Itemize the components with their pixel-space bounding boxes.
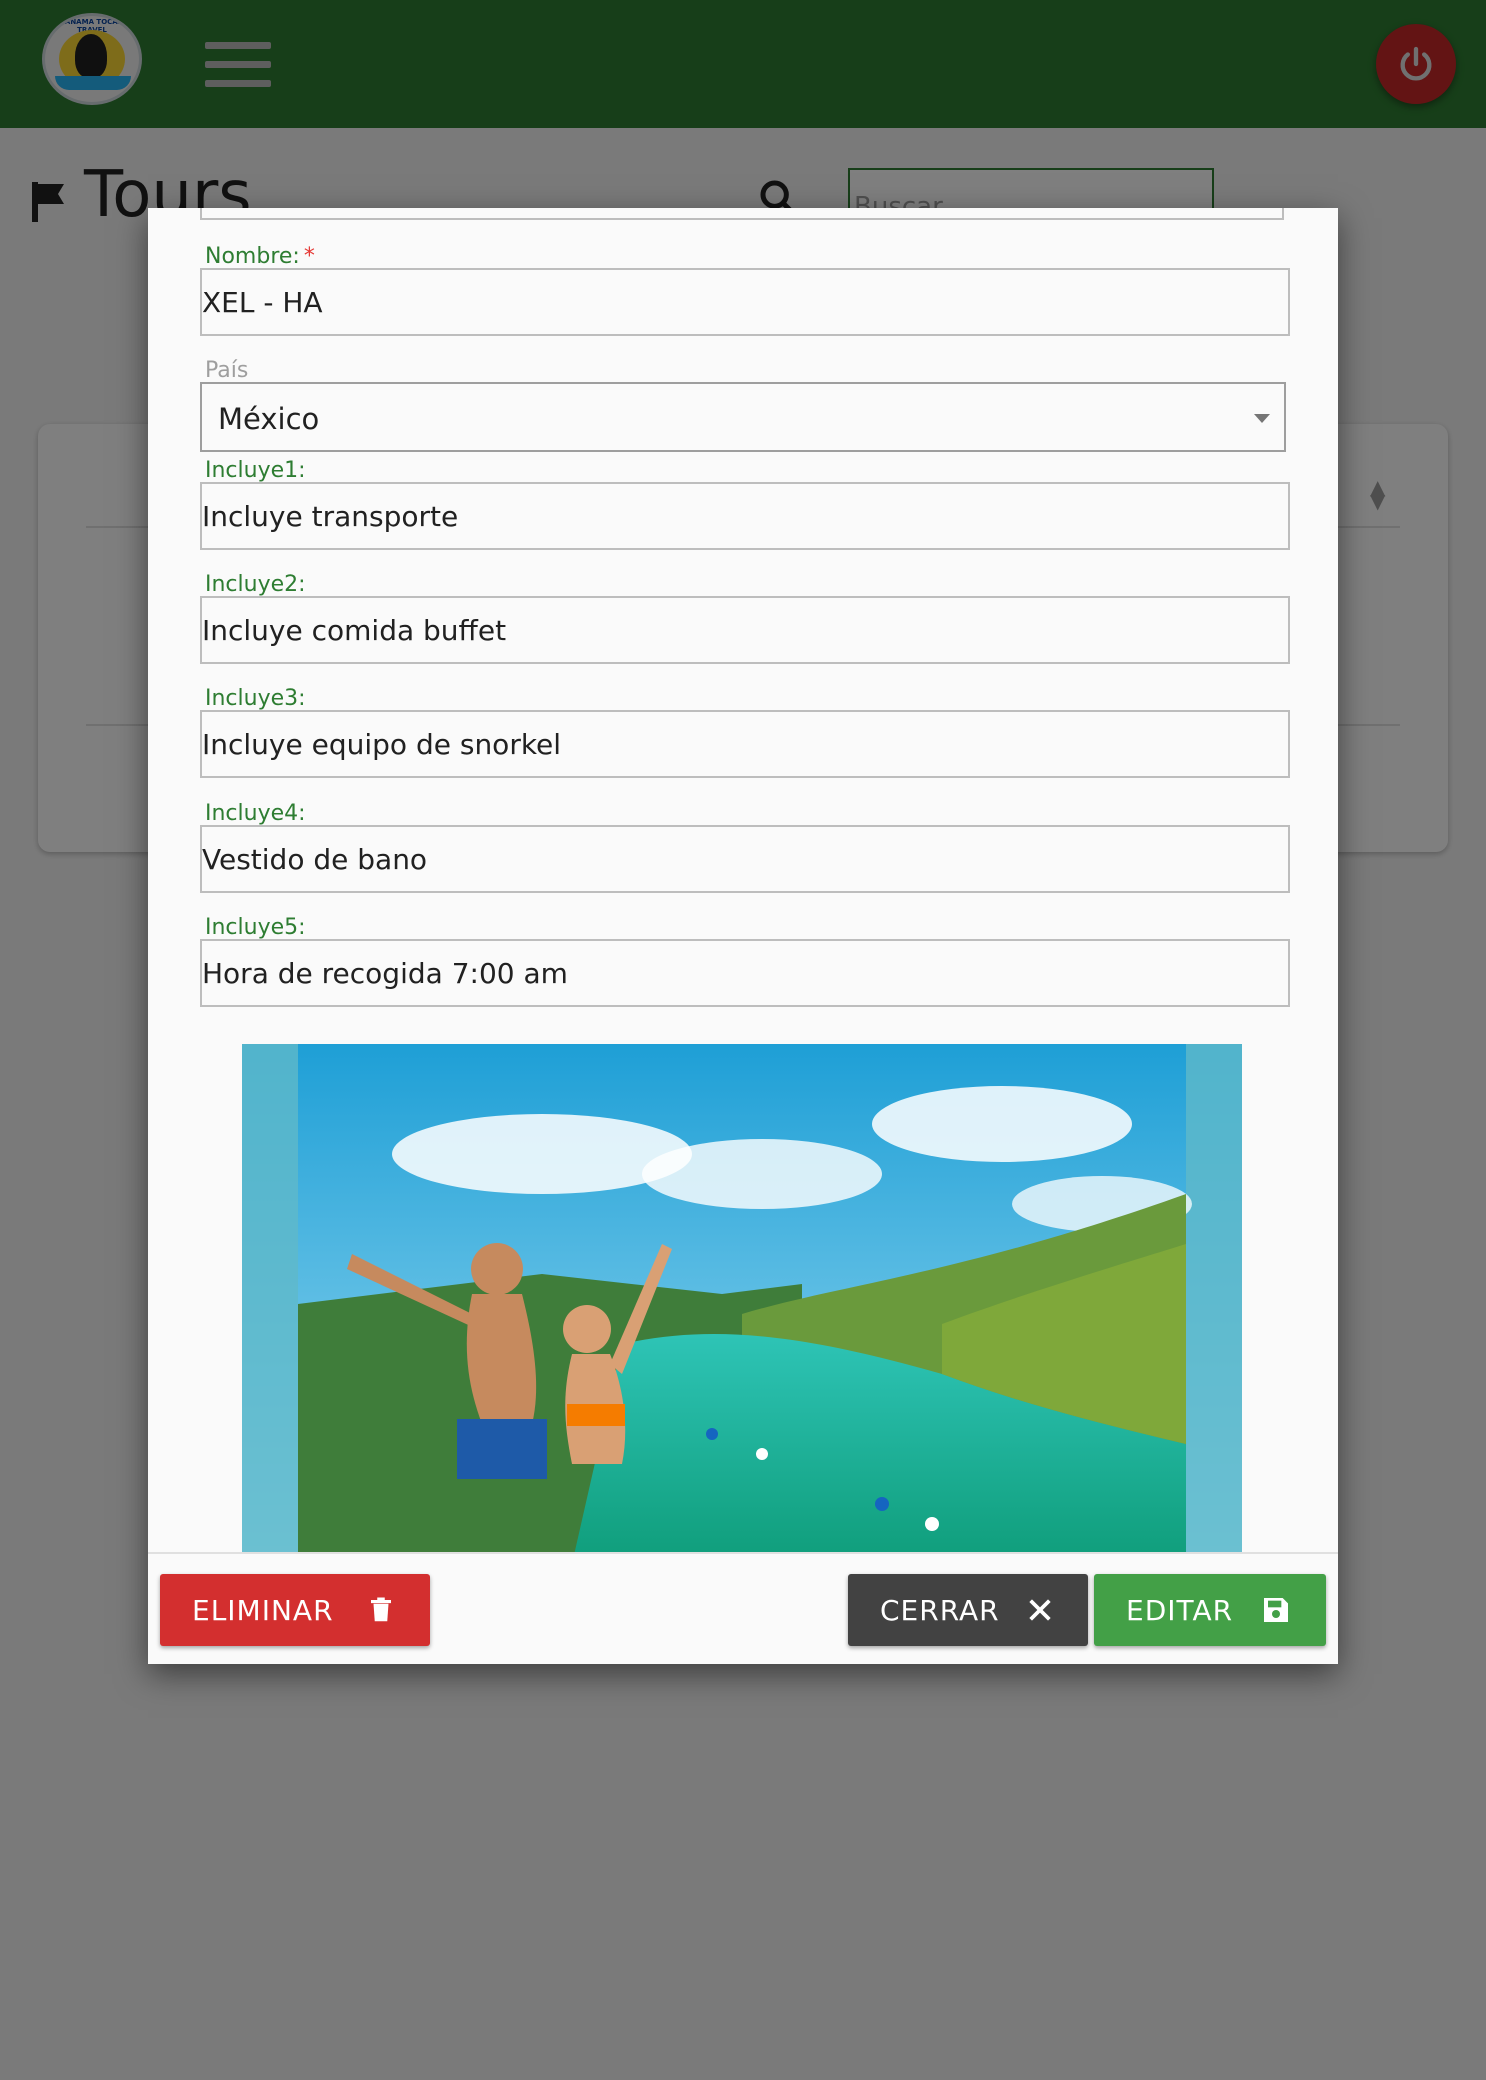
previous-field[interactable] [200, 208, 1284, 220]
incluye2-label: Incluye2: [205, 572, 306, 597]
incluye1-label: Incluye1: [205, 458, 306, 483]
dialog-footer: ELIMINAR CERRAR EDITAR [148, 1552, 1338, 1664]
delete-label: ELIMINAR [192, 1594, 334, 1627]
required-mark: * [303, 244, 315, 269]
incluye4-field[interactable]: Vestido de bano [200, 825, 1290, 893]
close-icon [1029, 1599, 1051, 1621]
delete-button[interactable]: ELIMINAR [160, 1574, 430, 1646]
incluye5-label: Incluye5: [205, 915, 306, 940]
pais-select[interactable]: México [200, 382, 1286, 452]
edit-button[interactable]: EDITAR [1094, 1574, 1326, 1646]
dialog-body: Nombre: * XEL - HA País México Incluye1: … [148, 208, 1338, 1552]
close-button[interactable]: CERRAR [848, 1574, 1088, 1646]
trash-icon [371, 1597, 391, 1622]
edit-label: EDITAR [1126, 1594, 1234, 1627]
incluye2-field[interactable]: Incluye comida buffet [200, 596, 1290, 664]
edit-tour-dialog: Nombre: * XEL - HA País México Incluye1: … [148, 208, 1338, 1664]
pais-label: País [205, 358, 249, 383]
close-label: CERRAR [880, 1594, 1000, 1627]
tour-photo [242, 1044, 1242, 1552]
incluye3-field[interactable]: Incluye equipo de snorkel [200, 710, 1290, 778]
incluye1-field[interactable]: Incluye transporte [200, 482, 1290, 550]
pais-value: México [218, 402, 320, 436]
tour-photo-illustration [242, 1044, 1242, 1552]
incluye5-field[interactable]: Hora de recogida 7:00 am [200, 939, 1290, 1007]
save-icon [1264, 1598, 1288, 1622]
incluye3-label: Incluye3: [205, 686, 306, 711]
incluye4-label: Incluye4: [205, 801, 306, 826]
nombre-field[interactable]: XEL - HA [200, 268, 1290, 336]
nombre-label: Nombre: * [205, 244, 315, 269]
chevron-down-icon [1254, 414, 1270, 423]
